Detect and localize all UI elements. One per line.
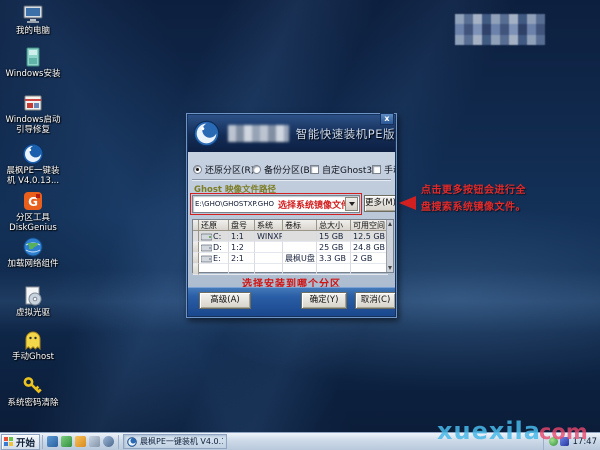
- desktop-icon-label: 系统密码清除: [1, 398, 65, 408]
- table-row-empty: [193, 264, 393, 275]
- desktop-icon-virtual-cdrom[interactable]: 虚拟光驱: [1, 285, 65, 318]
- partition-table[interactable]: 还原 盘号 系统 卷标 总大小 可用空间 C: 1:1 WINXP 15 GB …: [192, 219, 394, 273]
- dialog-titlebar[interactable]: 智能快速装机PE版 x: [188, 115, 395, 152]
- checkbox-icon: [372, 165, 381, 174]
- radio-icon: [193, 165, 202, 174]
- table-row-d[interactable]: D: 1:2 25 GB 24.8 GB: [193, 242, 393, 253]
- quicklaunch-folder-icon[interactable]: [75, 436, 86, 447]
- desktop-icon-label: 虚拟光驱: [1, 308, 65, 318]
- annotation-arrow-icon: [399, 196, 416, 210]
- ok-button[interactable]: 确定(Y): [301, 292, 347, 309]
- radio-backup-partition[interactable]: 备份分区(B): [252, 163, 313, 176]
- close-button[interactable]: x: [380, 113, 394, 125]
- desktop-icon-label: 手动Ghost: [1, 352, 65, 362]
- censored-brand-name: [228, 125, 289, 142]
- my-computer-icon: [22, 3, 44, 25]
- desktop-icon-my-computer[interactable]: 我的电脑: [1, 3, 65, 36]
- image-path-value: E:\GHO\GHOSTXP.GHO: [195, 200, 274, 208]
- radio-restore-partition[interactable]: 还原分区(R): [193, 163, 254, 176]
- desktop-icon-label: 加载网络组件: [1, 259, 65, 269]
- drive-icon: [201, 255, 212, 263]
- diskgenius-icon: G: [22, 190, 44, 212]
- cancel-button[interactable]: 取消(C): [355, 292, 395, 309]
- checkbox-icon: [310, 165, 319, 174]
- desktop-icon-manual-ghost[interactable]: 手动Ghost: [1, 329, 65, 362]
- checkbox-custom-ghost32[interactable]: 自定Ghost32: [310, 163, 378, 176]
- desktop-icon-label: 分区工具: [1, 213, 65, 223]
- drive-icon: [201, 244, 212, 252]
- table-header-row: 还原 盘号 系统 卷标 总大小 可用空间: [193, 220, 393, 231]
- desktop-icon-chenfeng-pe[interactable]: 晨枫PE一键装 机 V4.0.13...: [1, 143, 65, 186]
- chenfeng-logo-icon: [127, 437, 137, 447]
- quicklaunch-network-icon[interactable]: [103, 436, 114, 447]
- desktop-icon-label: 引导修复: [1, 125, 65, 135]
- radio-icon: [252, 165, 261, 174]
- red-highlight-box: E:\GHO\GHOSTXP.GHO 选择系统镜像文件: [190, 193, 362, 215]
- ghost-icon: [22, 329, 44, 351]
- desktop-icon-label: 我的电脑: [1, 26, 65, 36]
- key-icon: [22, 375, 44, 397]
- censored-mosaic: [455, 14, 545, 45]
- desktop-icon-clear-password[interactable]: 系统密码清除: [1, 375, 65, 408]
- installer-dialog: 智能快速装机PE版 x 还原分区(R) 备份分区(B) 自定Ghost32 手动…: [186, 113, 397, 318]
- annotation-text: 点击更多按钮会进行全 盘搜索系统镜像文件。: [421, 182, 531, 216]
- globe-icon: [22, 236, 44, 258]
- windows-logo-icon: [4, 437, 13, 446]
- dropdown-arrow-icon[interactable]: [345, 197, 358, 211]
- dialog-body: 还原分区(R) 备份分区(B) 自定Ghost32 手动(G) Ghost 映像…: [188, 152, 395, 316]
- advanced-button[interactable]: 高级(A): [199, 292, 251, 309]
- checkbox-manual[interactable]: 手动(G): [372, 163, 395, 176]
- desktop-icon-boot-repair[interactable]: Windows启动 引导修复: [1, 92, 65, 135]
- desktop-icon-label: Windows启动: [1, 115, 65, 125]
- boot-repair-icon: [22, 92, 44, 114]
- virtual-cdrom-icon: [22, 285, 44, 307]
- desktop-icon-label: DiskGenius: [1, 223, 65, 233]
- chenfeng-logo-icon: [22, 143, 44, 165]
- desktop-icon-windows-install[interactable]: Windows安装: [1, 46, 65, 79]
- table-row-e[interactable]: E: 2:1 晨枫U盘 3.3 GB 2 GB: [193, 253, 393, 264]
- desktop-icon-label: 晨枫PE一键装: [1, 166, 65, 176]
- image-path-annotation: 选择系统镜像文件: [278, 198, 350, 211]
- table-scrollbar[interactable]: [386, 220, 393, 272]
- dialog-title: 智能快速装机PE版: [296, 126, 395, 142]
- quick-launch: [42, 435, 119, 449]
- quicklaunch-app-icon[interactable]: [61, 436, 72, 447]
- quicklaunch-window-icon[interactable]: [89, 436, 100, 447]
- desktop: 我的电脑 Windows安装 Windows启动 引导修复 晨枫PE一键装 机 …: [0, 0, 600, 450]
- desktop-icon-label: 机 V4.0.13...: [1, 176, 65, 186]
- quicklaunch-desktop-icon[interactable]: [47, 436, 58, 447]
- site-watermark: xuexilacom: [437, 417, 588, 445]
- more-button[interactable]: 更多(M): [364, 195, 395, 212]
- start-button[interactable]: 开始: [1, 434, 40, 450]
- separator: [192, 179, 391, 181]
- table-row-c[interactable]: C: 1:1 WINXP 15 GB 12.5 GB: [193, 231, 393, 242]
- desktop-icon-load-network[interactable]: 加载网络组件: [1, 236, 65, 269]
- desktop-icon-label: Windows安装: [1, 69, 65, 79]
- taskbar-task-button[interactable]: 晨枫PE一键装机 V4.0.1...: [123, 434, 227, 449]
- image-path-combobox[interactable]: E:\GHO\GHOSTXP.GHO 选择系统镜像文件: [192, 195, 360, 213]
- desktop-icon-diskgenius[interactable]: G 分区工具 DiskGenius: [1, 190, 65, 233]
- drive-icon: [201, 233, 212, 241]
- dialog-button-band: 高级(A) 确定(Y) 取消(C): [188, 287, 395, 316]
- windows-install-icon: [22, 46, 44, 68]
- chenfeng-logo-icon: [193, 120, 220, 147]
